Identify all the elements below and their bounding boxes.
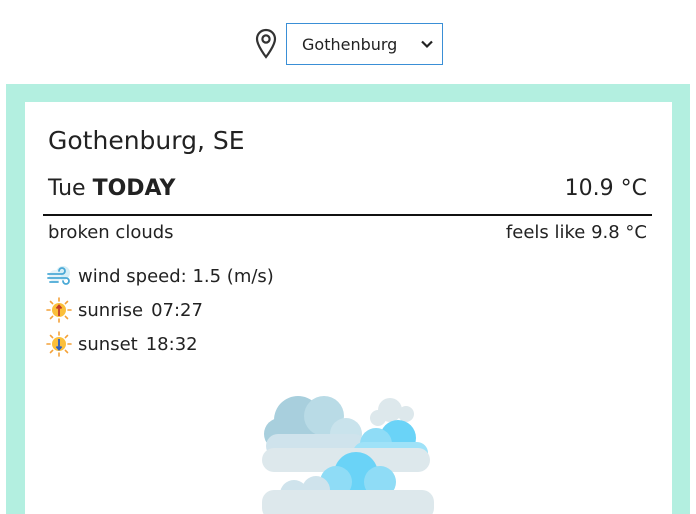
- weekday: Tue: [48, 176, 86, 201]
- sunset-time: 18:32: [145, 333, 198, 355]
- map-pin-icon: [255, 28, 277, 59]
- today-label: TODAY: [92, 176, 176, 201]
- sunrise-time: 07:27: [151, 299, 203, 321]
- weather-description: broken clouds: [48, 222, 174, 243]
- sunset-row: sunset 18:32: [46, 330, 198, 358]
- chevron-down-icon: [421, 40, 433, 49]
- feels-like: feels like 9.8 °C: [505, 222, 647, 243]
- sunset-icon: [46, 331, 72, 357]
- day-row: Tue TODAY 10.9 °C: [48, 176, 647, 206]
- sunrise-row: sunrise 07:27: [46, 296, 203, 324]
- divider: [43, 214, 652, 216]
- sunset-label: sunset: [78, 333, 138, 355]
- top-bar: Gothenburg: [0, 0, 696, 84]
- city-select-value: Gothenburg: [302, 34, 398, 54]
- sunrise-icon: [46, 297, 72, 323]
- day-label: Tue TODAY: [48, 176, 175, 201]
- wind-row: wind speed: 1.5 (m/s): [46, 262, 274, 290]
- wind-speed: wind speed: 1.5 (m/s): [78, 265, 274, 287]
- city-select[interactable]: Gothenburg: [286, 23, 443, 65]
- sunrise-label: sunrise: [78, 299, 144, 321]
- location-title: Gothenburg, SE: [48, 126, 245, 155]
- temperature: 10.9 °C: [564, 176, 647, 201]
- wind-icon: [47, 266, 70, 285]
- broken-clouds-icon: [262, 396, 434, 514]
